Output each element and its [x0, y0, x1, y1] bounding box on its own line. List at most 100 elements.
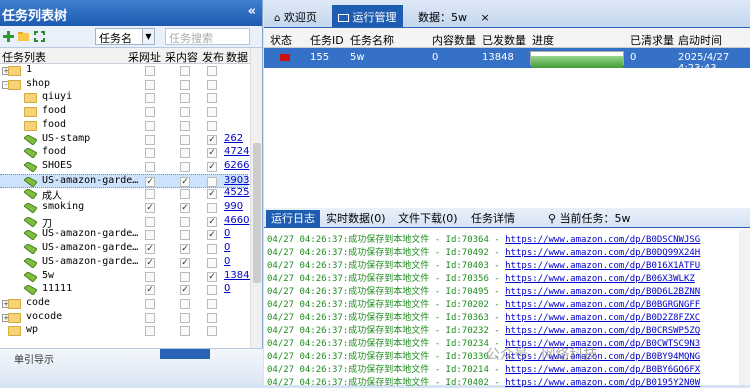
tab-run-manage[interactable]: 运行管理: [332, 5, 403, 27]
tree-row[interactable]: 成人 ✓ 4525: [0, 187, 249, 202]
row-checkbox[interactable]: [180, 66, 190, 76]
data-count-link[interactable]: 4724: [224, 146, 249, 157]
chevron-down-icon[interactable]: ▼: [142, 29, 154, 44]
tree-row[interactable]: smoking ✓ ✓ 990: [0, 201, 248, 215]
data-count-link[interactable]: 4660: [224, 215, 249, 226]
row-checkbox[interactable]: [145, 271, 155, 282]
row-checkbox[interactable]: [145, 107, 155, 118]
row-checkbox[interactable]: [180, 79, 190, 90]
row-checkbox[interactable]: [180, 230, 190, 241]
tree-row[interactable]: 11111 ✓ ✓ 0: [0, 283, 248, 297]
add-icon[interactable]: [2, 30, 15, 43]
row-checkbox[interactable]: ✓: [145, 176, 155, 187]
data-count-link[interactable]: 4525: [224, 187, 249, 198]
row-checkbox[interactable]: [207, 298, 217, 309]
row-checkbox[interactable]: ✓: [207, 161, 217, 172]
data-count-link[interactable]: 0: [224, 256, 230, 267]
log-scrollbar[interactable]: [739, 230, 750, 385]
row-checkbox[interactable]: ✓: [207, 216, 217, 227]
row-checkbox[interactable]: [207, 93, 217, 104]
tree-row[interactable]: 刀 ✓ 4660: [0, 215, 249, 230]
log-url-link[interactable]: https://www.amazon.com/dp/B0195Y2N0W: [505, 378, 700, 388]
row-checkbox[interactable]: ✓: [180, 176, 190, 187]
collapse-button[interactable]: «: [248, 4, 256, 19]
log-url-link[interactable]: https://www.amazon.com/dp/B0D6L2BZNN: [505, 287, 700, 297]
folder-add-icon[interactable]: [17, 30, 30, 43]
row-checkbox[interactable]: [207, 257, 217, 268]
row-checkbox[interactable]: [145, 134, 155, 145]
row-checkbox[interactable]: [145, 148, 155, 159]
row-checkbox[interactable]: ✓: [180, 257, 190, 268]
row-checkbox[interactable]: [207, 285, 217, 296]
row-checkbox[interactable]: [145, 66, 155, 76]
row-checkbox[interactable]: [207, 203, 217, 213]
tree-row[interactable]: wp: [0, 324, 248, 338]
row-checkbox[interactable]: [207, 66, 217, 76]
row-checkbox[interactable]: ✓: [145, 285, 155, 296]
data-count-link[interactable]: 0: [224, 228, 230, 239]
grid-row[interactable]: 155 5w 0 13848 0 2025/4/27 4:23:43: [264, 48, 750, 74]
row-checkbox[interactable]: ✓: [207, 189, 217, 200]
data-count-link[interactable]: 0: [224, 283, 230, 294]
row-checkbox[interactable]: [180, 326, 190, 337]
row-checkbox[interactable]: [180, 134, 190, 145]
row-checkbox[interactable]: [145, 298, 155, 309]
row-checkbox[interactable]: [180, 93, 190, 104]
log-url-link[interactable]: https://www.amazon.com/dp/B016X1ATFU: [505, 261, 700, 271]
log-url-link[interactable]: https://www.amazon.com/dp/B0D2Z8FZXC: [505, 313, 700, 323]
row-checkbox[interactable]: [207, 312, 217, 323]
row-checkbox[interactable]: ✓: [145, 257, 155, 268]
row-checkbox[interactable]: [180, 189, 190, 200]
search-field-select[interactable]: 任务名 ▼: [95, 28, 155, 45]
row-checkbox[interactable]: ✓: [145, 244, 155, 255]
tree-row[interactable]: food: [0, 105, 248, 119]
tree-row[interactable]: food: [0, 119, 248, 133]
tree-row[interactable]: + code: [0, 297, 248, 311]
data-count-link[interactable]: 3903: [224, 175, 249, 186]
log-url-link[interactable]: https://www.amazon.com/dp/B0BY6GQ6FX: [505, 365, 700, 375]
tree-row[interactable]: US-amazon-garde… ✓ ✓ 0: [0, 242, 248, 256]
scrollbar-thumb[interactable]: [253, 143, 261, 283]
row-checkbox[interactable]: [180, 271, 190, 282]
tree-row[interactable]: +1: [0, 64, 248, 78]
row-checkbox[interactable]: [180, 161, 190, 172]
row-checkbox[interactable]: [207, 326, 217, 337]
expand-all-icon[interactable]: [33, 30, 46, 43]
row-checkbox[interactable]: [207, 107, 217, 118]
tab-file-download[interactable]: 文件下载(0): [394, 211, 462, 228]
row-checkbox[interactable]: ✓: [207, 271, 217, 282]
row-checkbox[interactable]: [180, 107, 190, 118]
row-checkbox[interactable]: ✓: [180, 285, 190, 296]
row-checkbox[interactable]: ✓: [180, 203, 190, 213]
tab-task-detail[interactable]: 任务详情: [467, 211, 519, 228]
row-checkbox[interactable]: [207, 244, 217, 255]
row-checkbox[interactable]: [145, 312, 155, 323]
data-count-link[interactable]: 262: [224, 133, 243, 144]
row-checkbox[interactable]: [145, 326, 155, 337]
tree-scrollbar[interactable]: [250, 48, 262, 348]
tree-row[interactable]: US-amazon-garde… ✓ 0: [0, 228, 248, 242]
tree-row[interactable]: - shop: [0, 78, 248, 92]
row-checkbox[interactable]: ✓: [180, 244, 190, 255]
row-checkbox[interactable]: ✓: [207, 230, 217, 241]
log-url-link[interactable]: https://www.amazon.com/dp/B0BGRGNGFF: [505, 300, 700, 310]
tab-welcome[interactable]: ⌂ 欢迎页: [268, 5, 323, 27]
row-checkbox[interactable]: [180, 148, 190, 159]
row-checkbox[interactable]: [207, 176, 217, 187]
log-url-link[interactable]: https://www.amazon.com/dp/B06X3WLKZ: [505, 274, 695, 284]
tree-row[interactable]: + vocode: [0, 311, 248, 325]
row-checkbox[interactable]: [145, 120, 155, 131]
row-checkbox[interactable]: [145, 93, 155, 104]
task-search-input[interactable]: 任务搜索: [165, 28, 250, 45]
row-checkbox[interactable]: [145, 79, 155, 90]
tree-row[interactable]: US-amazon-garde… ✓ ✓ 3903: [0, 173, 249, 188]
data-count-link[interactable]: 990: [224, 201, 243, 212]
row-checkbox[interactable]: ✓: [207, 134, 217, 145]
row-checkbox[interactable]: [180, 312, 190, 323]
tree-row[interactable]: 5w ✓ 13848: [0, 270, 256, 284]
data-count-link[interactable]: 0: [224, 242, 230, 253]
log-url-link[interactable]: https://www.amazon.com/dp/B0DQ99X24H: [505, 248, 700, 258]
row-checkbox[interactable]: [180, 298, 190, 309]
row-checkbox[interactable]: [180, 120, 190, 131]
tab-data-5w[interactable]: 数据：5w ×: [412, 5, 496, 27]
